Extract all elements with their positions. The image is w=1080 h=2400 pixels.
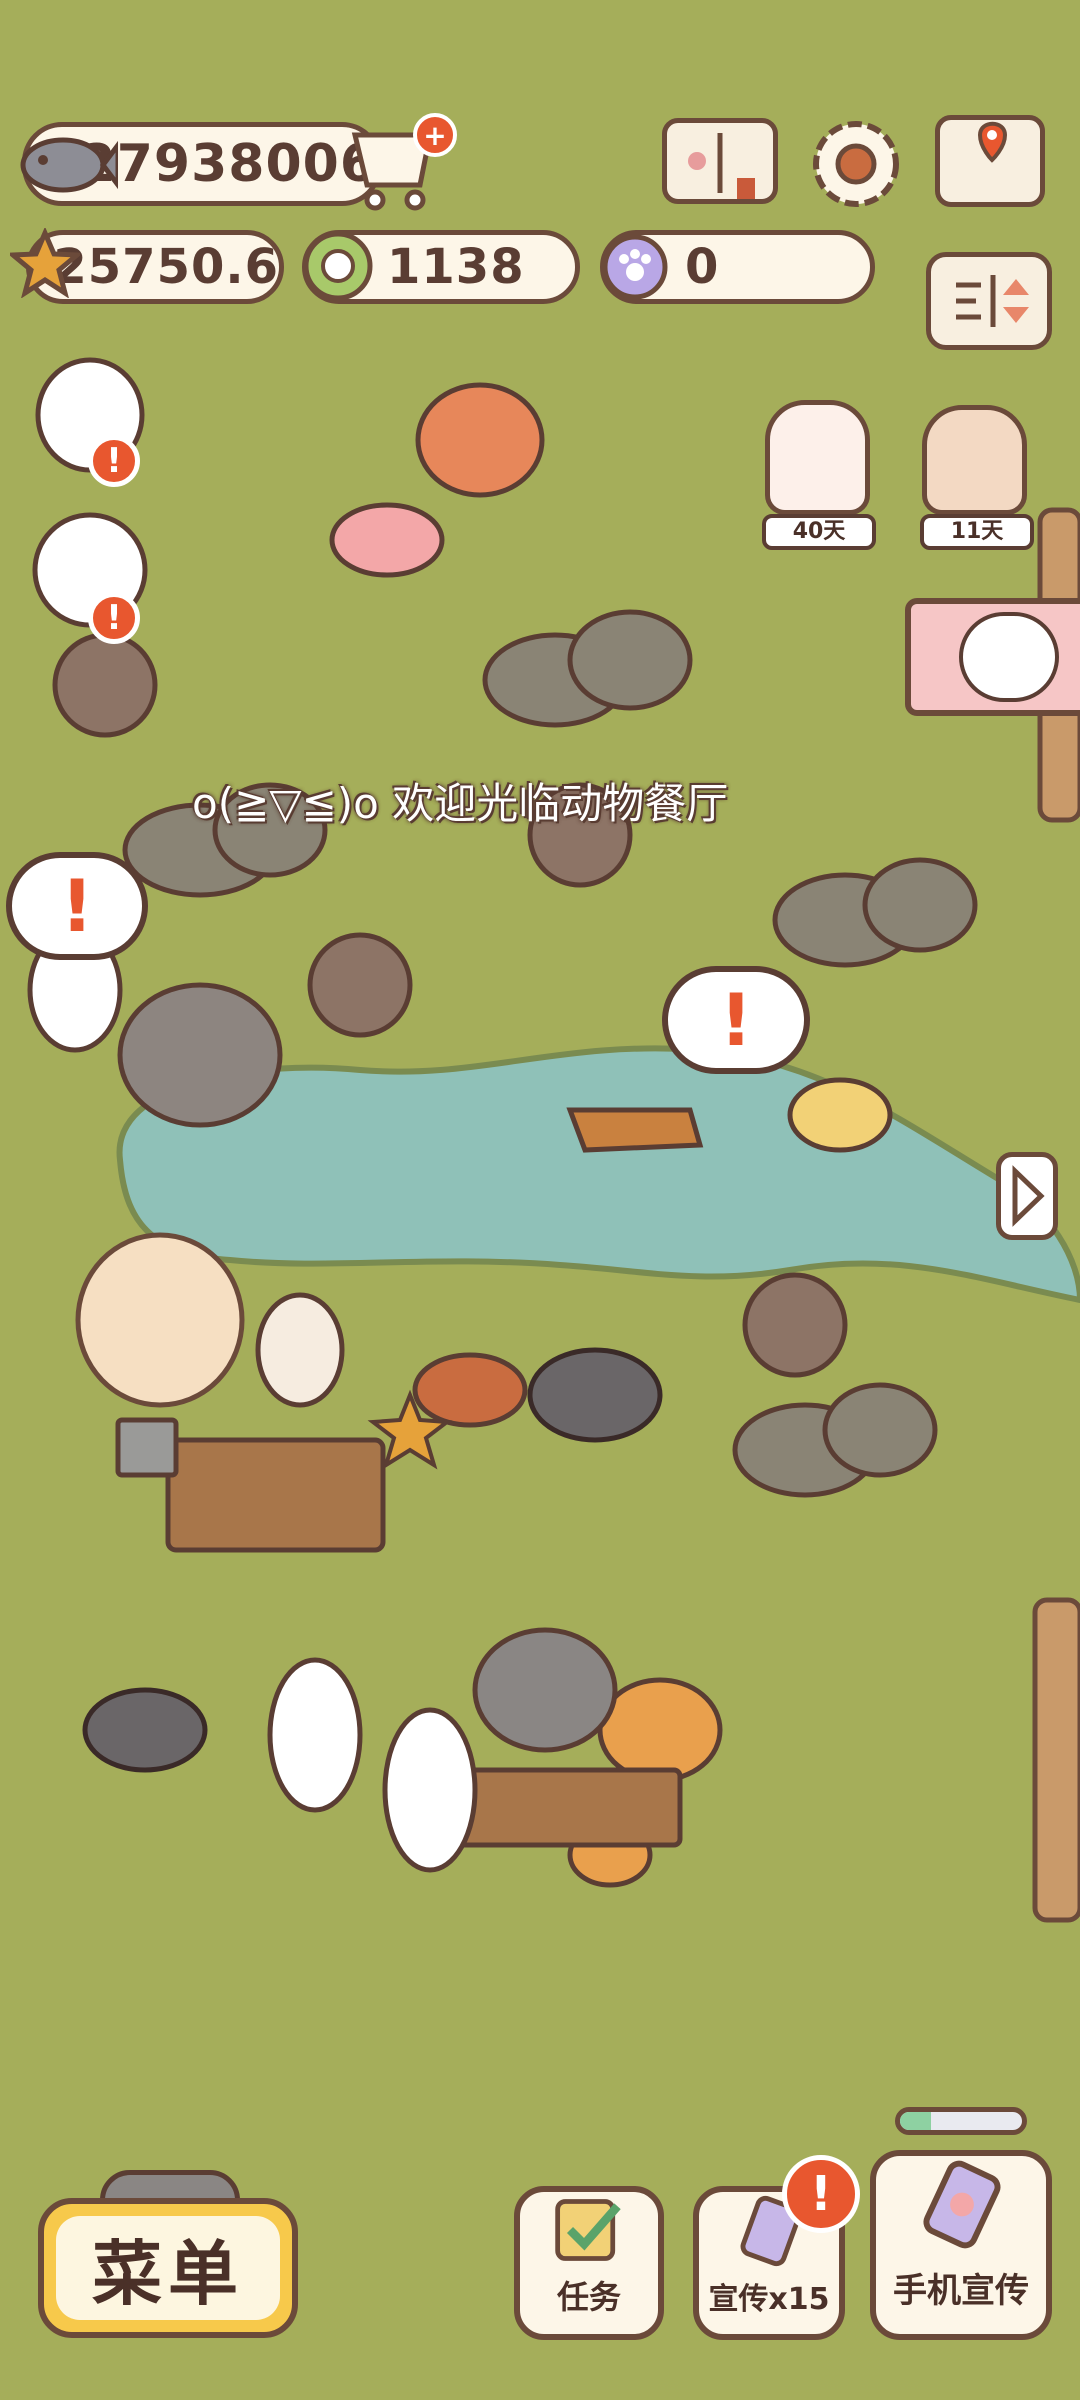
svg-text:+: +: [423, 119, 446, 152]
checklist-icon: [555, 2199, 621, 2261]
dark-fish: [82, 1687, 208, 1773]
dragon-boat: [566, 1107, 704, 1153]
phone-promo-button[interactable]: 手机宣传: [870, 2150, 1052, 2340]
menu-label: 菜单: [92, 2232, 244, 2315]
exclamation-icon: !: [719, 978, 753, 1062]
tasks-button[interactable]: 任务: [514, 2186, 664, 2340]
pond: [27, 357, 1080, 1923]
alert-bubble[interactable]: !: [6, 852, 148, 960]
fence: [1032, 1597, 1080, 1923]
token-count: 1138: [387, 239, 525, 295]
recipe-book-button[interactable]: [662, 118, 778, 204]
event-days-left: 40天: [762, 514, 876, 550]
map-icon: [977, 121, 1008, 163]
exclamation-icon: !: [60, 864, 94, 948]
basket: [787, 1077, 893, 1153]
event-character[interactable]: [922, 405, 1027, 515]
game-scene: 27938006 + 25750.6 1138 0 ! ! 40天 11天 o(…: [0, 0, 1080, 2400]
paw-count: 0: [685, 239, 720, 295]
promo-alert-badge: !: [782, 2155, 860, 2233]
event-days-left: 11天: [920, 514, 1034, 550]
promo-progress-fill: [900, 2112, 931, 2130]
alert-bubble[interactable]: !: [662, 966, 810, 1074]
promo-progress-track: [895, 2107, 1027, 2135]
promo-x15-label: 宣传x15: [708, 2282, 830, 2317]
hot-air-balloon: [75, 1232, 245, 1408]
phone-promo-label: 手机宣传: [893, 2271, 1029, 2311]
visitor-avatar: [959, 612, 1059, 702]
alert-badge[interactable]: !: [88, 592, 140, 644]
crate: [165, 1437, 386, 1553]
gear-icon[interactable]: [808, 116, 904, 212]
green-token-icon: [303, 231, 373, 301]
dark-fish: [527, 1347, 663, 1443]
event-character[interactable]: [765, 400, 870, 515]
alert-badge[interactable]: !: [88, 435, 140, 487]
tasks-label: 任务: [556, 2278, 621, 2316]
phone-icon: [923, 2160, 1001, 2249]
map-button[interactable]: [935, 115, 1045, 207]
sort-toggle-button[interactable]: [926, 252, 1052, 350]
shop-cart-icon[interactable]: +: [345, 110, 460, 215]
fish-icon: [20, 137, 118, 193]
recipe-book-icon: [688, 133, 755, 202]
star-icon: [10, 228, 80, 298]
sort-toggle-icon: [956, 275, 1029, 327]
fish-count: 27938006: [79, 134, 377, 194]
welcome-banner: o(≧▽≦)o 欢迎光临动物餐厅: [192, 779, 729, 828]
crate: [452, 1767, 683, 1848]
next-arrow-icon: [1012, 1165, 1045, 1227]
visitor-flag[interactable]: [905, 598, 1080, 716]
paw-coin-icon: [602, 234, 668, 300]
star-count: 25750.6: [53, 239, 279, 295]
menu-button[interactable]: 菜单: [38, 2198, 298, 2338]
next-arrow-button[interactable]: [996, 1152, 1058, 1240]
